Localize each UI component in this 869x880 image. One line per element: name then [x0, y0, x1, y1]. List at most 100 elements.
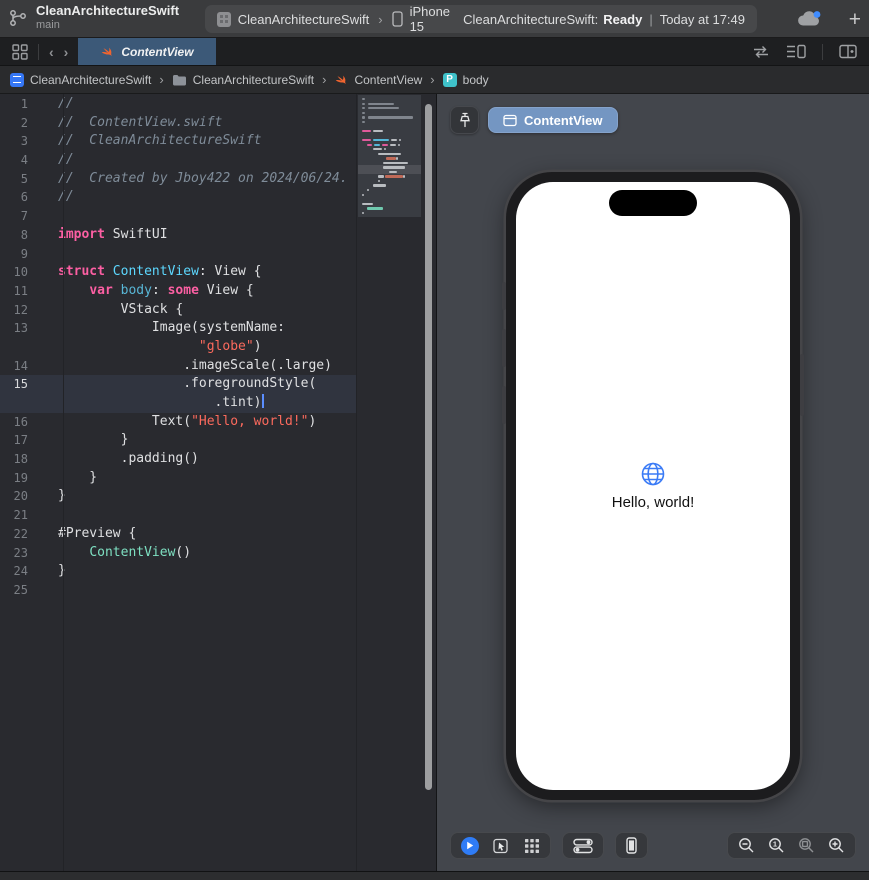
device-picker-button[interactable]	[626, 837, 637, 854]
breadcrumb-symbol[interactable]: P body	[442, 72, 489, 87]
live-preview-button[interactable]	[461, 836, 479, 855]
code-line[interactable]: 13 Image(systemName:	[0, 319, 356, 338]
line-number: 20	[13, 489, 28, 504]
activity-status: CleanArchitectureSwift: Ready | Today at…	[463, 12, 745, 27]
breadcrumb-group[interactable]: CleanArchitectureSwift	[172, 73, 314, 87]
line-number: 13	[13, 321, 28, 336]
code-line[interactable]: 9	[0, 245, 356, 264]
project-file-icon	[10, 72, 24, 87]
minimap-line	[403, 175, 405, 178]
code-line[interactable]: 6 //	[0, 188, 356, 207]
code-area[interactable]: 1 // 2 // ContentView.swift 3 // CleanArchite…	[0, 94, 357, 872]
code-line[interactable]: 21	[0, 506, 356, 525]
code-line[interactable]: 11 var body: some View {	[0, 282, 356, 301]
code-line[interactable]: 8 import SwiftUI	[0, 226, 356, 245]
tab-bar: ‹︎ ›︎ ContentView	[0, 38, 869, 66]
status-divider: |	[649, 11, 653, 27]
code-text: "globe")	[198, 338, 262, 354]
breadcrumb-file[interactable]: ContentView	[334, 73, 422, 87]
tab-label: ContentView	[121, 44, 194, 59]
editor-options-icon[interactable]	[786, 44, 806, 59]
minimap[interactable]	[358, 94, 421, 872]
code-line[interactable]: 7	[0, 207, 356, 226]
status-state: Ready	[603, 11, 643, 27]
preview-target-label: ContentView	[524, 112, 603, 128]
minimap-line	[383, 161, 408, 165]
code-line[interactable]: 10 struct ContentView: View {	[0, 263, 356, 282]
code-line[interactable]: 14 .imageScale(.large)	[0, 357, 356, 376]
tab-overview-icon[interactable]	[12, 43, 28, 60]
pin-preview-button[interactable]	[450, 106, 479, 134]
code-line[interactable]: 15 .foregroundStyle(	[0, 375, 356, 394]
code-line[interactable]: 25	[0, 581, 356, 600]
code-line[interactable]: 22 #Preview {	[0, 525, 356, 544]
minimap-line	[383, 166, 405, 169]
code-review-icon[interactable]	[752, 45, 770, 59]
scheme-selector[interactable]: CleanArchitectureSwift › iPhone 15	[217, 4, 463, 34]
volume-down-button	[502, 386, 506, 424]
add-editor-icon[interactable]	[839, 44, 857, 59]
selectable-mode-button[interactable]	[493, 838, 510, 854]
breadcrumb-separator: ›	[159, 72, 164, 87]
code-line[interactable]: 3 // CleanArchitectureSwift	[0, 132, 356, 151]
code-text: Text("Hello, world!")	[58, 413, 317, 429]
minimap-line	[362, 129, 371, 133]
breadcrumb-project[interactable]: CleanArchitectureSwift	[10, 72, 151, 87]
line-number	[0, 394, 43, 413]
device-settings-button[interactable]	[573, 838, 593, 854]
go-forward-button[interactable]: ›︎	[64, 44, 69, 60]
new-tab-button[interactable]: +	[849, 9, 861, 30]
code-line[interactable]: 1 //	[0, 95, 356, 114]
source-editor[interactable]: 1 // 2 // ContentView.swift 3 // CleanArchite…	[0, 94, 437, 872]
code-line[interactable]: 5 // Created by Jboy422 on 2024/06/24.	[0, 170, 356, 189]
code-line[interactable]: 24}	[0, 562, 356, 581]
zoom-100-icon[interactable]: 1	[768, 837, 785, 854]
cloud-sync-icon[interactable]	[796, 10, 823, 28]
preview-screen[interactable]: Hello, world!	[516, 182, 790, 790]
editor-scrollbar[interactable]	[425, 104, 432, 790]
svg-text:1: 1	[773, 840, 777, 849]
preview-target-pill[interactable]: ContentView	[488, 107, 618, 133]
line-number: 1	[20, 97, 28, 111]
minimap-line	[378, 152, 401, 155]
zoom-in-icon[interactable]	[828, 837, 845, 854]
scheme-status-bar[interactable]: CleanArchitectureSwift › iPhone 15 Clean…	[205, 4, 757, 34]
project-block[interactable]: CleanArchitectureSwift main	[8, 3, 179, 32]
code-line[interactable]: 4 //	[0, 151, 356, 170]
zoom-out-icon[interactable]	[738, 837, 755, 854]
variants-mode-button[interactable]	[524, 838, 540, 854]
line-number: 8	[20, 227, 28, 242]
code-line[interactable]: 20}	[0, 487, 356, 506]
code-line[interactable]: 16 Text("Hello, world!")	[0, 413, 356, 432]
code-line[interactable]: .tint)	[0, 394, 356, 413]
minimap-line	[389, 170, 397, 174]
code-line[interactable]: 12 VStack {	[0, 301, 356, 320]
code-text: import SwiftUI	[58, 226, 168, 242]
zoom-fit-icon[interactable]	[798, 837, 815, 854]
code-line[interactable]: "globe")	[0, 338, 356, 357]
minimap-line	[362, 120, 365, 124]
line-number: 22	[13, 526, 28, 541]
line-number: 19	[13, 470, 28, 485]
minimap-line	[378, 175, 384, 178]
scheme-separator: ›	[378, 11, 383, 27]
preview-mode-group	[450, 832, 551, 859]
status-time: Today at 17:49	[659, 11, 745, 27]
line-number: 16	[13, 414, 28, 429]
line-number	[0, 338, 43, 357]
minimap-line	[373, 184, 386, 187]
code-text: }	[58, 469, 98, 485]
branch-name: main	[36, 18, 60, 31]
tab-contentview[interactable]: ContentView	[78, 38, 216, 65]
code-line[interactable]: 18 .padding()	[0, 450, 356, 469]
code-line[interactable]: 17 }	[0, 431, 356, 450]
code-line[interactable]: 19 }	[0, 469, 356, 488]
minimap-line	[374, 143, 380, 146]
go-back-button[interactable]: ‹︎	[49, 44, 54, 60]
code-line[interactable]: 23 ContentView()	[0, 544, 356, 563]
line-number: 18	[13, 452, 28, 467]
code-line[interactable]: 2 // ContentView.swift	[0, 114, 356, 133]
minimap-viewport	[358, 95, 421, 217]
